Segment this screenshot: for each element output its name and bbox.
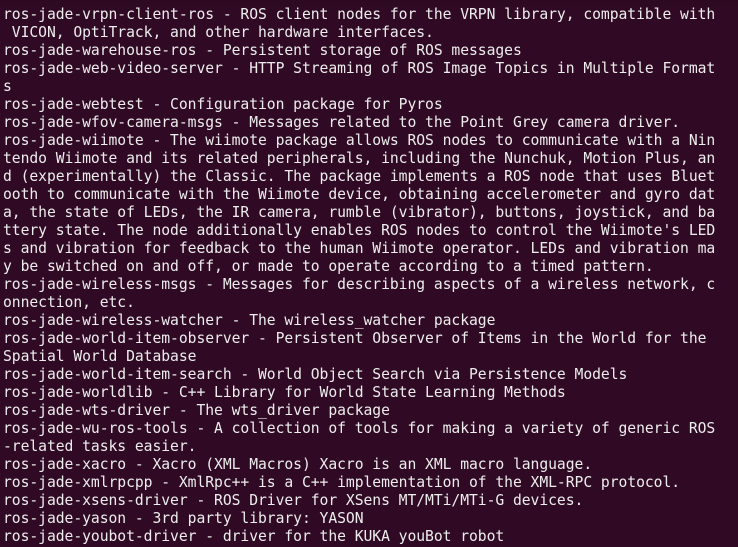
terminal-line: ros-jade-wireless-msgs - Messages for de… [3, 276, 716, 293]
terminal-line: ros-jade-wireless-watcher - The wireless… [3, 312, 496, 329]
terminal-line: y be switched on and off, or made to ope… [3, 258, 654, 275]
terminal-line: onnection, etc. [3, 294, 135, 311]
terminal-line: ros-jade-yason - 3rd party library: YASO… [3, 510, 364, 527]
terminal-line: VICON, OptiTrack, and other hardware int… [3, 24, 434, 41]
terminal-line: s [3, 78, 12, 95]
terminal-line: ros-jade-wts-driver - The wts_driver pac… [3, 402, 390, 419]
terminal-line: ros-jade-warehouse-ros - Persistent stor… [3, 42, 522, 59]
terminal-line: ros-jade-xsens-driver - ROS Driver for X… [3, 492, 584, 509]
terminal-line: ros-jade-vrpn-client-ros - ROS client no… [3, 6, 716, 23]
terminal-line: ros-jade-xmlrpcpp - XmlRpc++ is a C++ im… [3, 474, 681, 491]
terminal-line: ros-jade-wiimote - The wiimote package a… [3, 132, 716, 149]
terminal-line: d (experimentally) the Classic. The pack… [3, 168, 716, 185]
terminal-output[interactable]: ros-jade-vrpn-client-ros - ROS client no… [3, 6, 737, 546]
terminal-line: ros-jade-wfov-camera-msgs - Messages rel… [3, 114, 681, 131]
terminal-line: ros-jade-world-item-search - World Objec… [3, 366, 628, 383]
terminal-line: tendo Wiimote and its related peripheral… [3, 150, 716, 167]
terminal-line: ros-jade-wu-ros-tools - A collection of … [3, 420, 716, 437]
terminal-line: ros-jade-youbot-driver - driver for the … [3, 528, 505, 545]
terminal-line: ros-jade-webtest - Configuration package… [3, 96, 443, 113]
terminal-line: s and vibration for feedback to the huma… [3, 240, 716, 257]
terminal-line: Spatial World Database [3, 348, 197, 365]
terminal-line: a, the state of LEDs, the IR camera, rum… [3, 204, 716, 221]
terminal-line: ros-jade-world-item-observer - Persisten… [3, 330, 707, 347]
terminal-window[interactable]: ros-jade-vrpn-client-ros - ROS client no… [0, 0, 738, 547]
terminal-line: ros-jade-worldlib - C++ Library for Worl… [3, 384, 566, 401]
terminal-line: ttery state. The node additionally enabl… [3, 222, 716, 239]
terminal-line: ros-jade-xacro - Xacro (XML Macros) Xacr… [3, 456, 593, 473]
terminal-line: ooth to communicate with the Wiimote dev… [3, 186, 716, 203]
terminal-line: ros-jade-web-video-server - HTTP Streami… [3, 60, 716, 77]
terminal-line: -related tasks easier. [3, 438, 197, 455]
